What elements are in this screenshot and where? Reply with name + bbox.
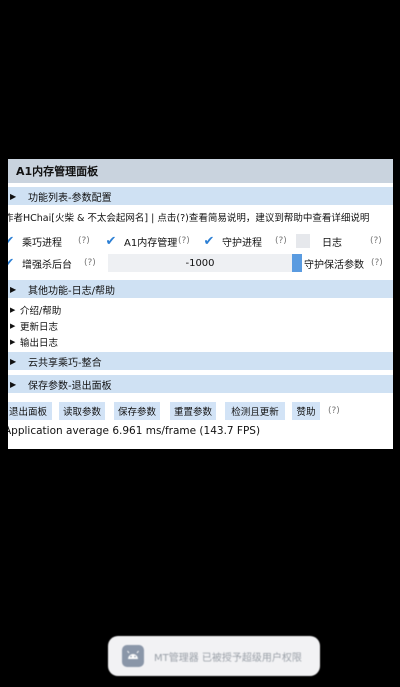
author-info-text: 作者HChai[火柴 & 不太会起网名] | 点击(?)查看简易说明，建议到帮助…: [8, 213, 370, 224]
section-header-features[interactable]: ▶ 功能列表-参数配置: [8, 187, 393, 205]
option-multitask-process[interactable]: ✔ 乘巧进程: [8, 232, 62, 250]
help-button[interactable]: (?): [84, 254, 96, 272]
help-button[interactable]: (?): [178, 232, 190, 250]
save-params-button[interactable]: 保存参数: [114, 402, 160, 420]
option-label: A1内存管理: [124, 237, 178, 249]
empty-checkbox[interactable]: [296, 234, 310, 248]
checkmark-icon[interactable]: ✔: [8, 256, 16, 271]
help-button[interactable]: (?): [371, 254, 383, 272]
section-label: 其他功能-日志/帮助: [28, 285, 115, 297]
option-label: 增强杀后台: [22, 259, 72, 271]
expand-triangle-icon: ▶: [10, 379, 17, 389]
section-label: 云共享乘巧-整合: [28, 357, 102, 369]
fps-readout: Application average 6.961 ms/frame (143.…: [8, 425, 261, 437]
help-button[interactable]: (?): [275, 232, 287, 250]
tree-item-output-log[interactable]: ▶ 输出日志: [8, 335, 58, 349]
checkmark-icon[interactable]: ✔: [202, 234, 216, 249]
option-label: 乘巧进程: [22, 237, 62, 249]
window-title[interactable]: A1内存管理面板: [8, 159, 393, 183]
action-buttons: 退出面板 读取参数 保存参数 重置参数 检测且更新 赞助 (?): [8, 402, 393, 422]
read-params-button[interactable]: 读取参数: [59, 402, 105, 420]
options-row-1: ✔ 乘巧进程 (?) ✔ A1内存管理 (?) ✔ 守护进程 (?) 日志 (?…: [8, 232, 393, 250]
toast-notification: MT管理器 已被授予超级用户权限: [108, 636, 320, 676]
tree-item-label: 输出日志: [20, 338, 59, 349]
option-log[interactable]: 日志: [296, 232, 342, 250]
reset-params-button[interactable]: 重置参数: [170, 402, 216, 420]
check-update-button[interactable]: 检测且更新: [225, 402, 285, 420]
checkmark-icon[interactable]: ✔: [8, 234, 16, 249]
options-row-2: ✔ 增强杀后台 (?) -1000 守护保活参数 (?): [8, 254, 393, 272]
toast-text: MT管理器 已被授予超级用户权限: [154, 652, 302, 664]
option-daemon-process[interactable]: ✔ 守护进程: [202, 232, 262, 250]
expand-triangle-icon: ▶: [10, 191, 17, 201]
expand-triangle-icon: ▶: [10, 338, 16, 346]
expand-triangle-icon: ▶: [10, 356, 17, 366]
help-button[interactable]: (?): [78, 232, 90, 250]
screen: A1内存管理面板 ▶ 功能列表-参数配置 作者HChai[火柴 & 不太会起网名…: [0, 0, 400, 687]
donate-button[interactable]: 赞助: [292, 402, 320, 420]
tree-item-label: 介绍/帮助: [20, 306, 62, 317]
section-header-other[interactable]: ▶ 其他功能-日志/帮助: [8, 280, 393, 298]
expand-triangle-icon: ▶: [10, 284, 17, 294]
memory-panel-window: A1内存管理面板 ▶ 功能列表-参数配置 作者HChai[火柴 & 不太会起网名…: [8, 159, 393, 449]
android-icon: [122, 645, 144, 667]
section-label: 功能列表-参数配置: [28, 192, 112, 204]
expand-triangle-icon: ▶: [10, 322, 16, 330]
exit-panel-button[interactable]: 退出面板: [8, 402, 52, 420]
section-label: 保存参数-退出面板: [28, 380, 112, 392]
section-header-cloud[interactable]: ▶ 云共享乘巧-整合: [8, 352, 393, 370]
option-a1-memory-management[interactable]: ✔ A1内存管理: [104, 232, 178, 250]
value-input[interactable]: -1000: [108, 254, 292, 272]
help-button[interactable]: (?): [370, 232, 382, 250]
slider-handle[interactable]: [292, 254, 302, 272]
option-label: 守护保活参数: [304, 259, 364, 271]
option-label: 守护进程: [222, 237, 262, 249]
tree-item-label: 更新日志: [20, 322, 59, 333]
option-keepalive-params[interactable]: 守护保活参数: [304, 254, 364, 272]
section-header-save[interactable]: ▶ 保存参数-退出面板: [8, 375, 393, 393]
help-button[interactable]: (?): [328, 402, 340, 420]
tree-item-intro-help[interactable]: ▶ 介绍/帮助: [8, 303, 61, 317]
option-label: 日志: [322, 237, 342, 249]
tree-item-update-log[interactable]: ▶ 更新日志: [8, 319, 58, 333]
checkmark-icon[interactable]: ✔: [104, 234, 118, 249]
option-enhanced-kill-background[interactable]: ✔ 增强杀后台: [8, 254, 72, 272]
expand-triangle-icon: ▶: [10, 306, 16, 314]
